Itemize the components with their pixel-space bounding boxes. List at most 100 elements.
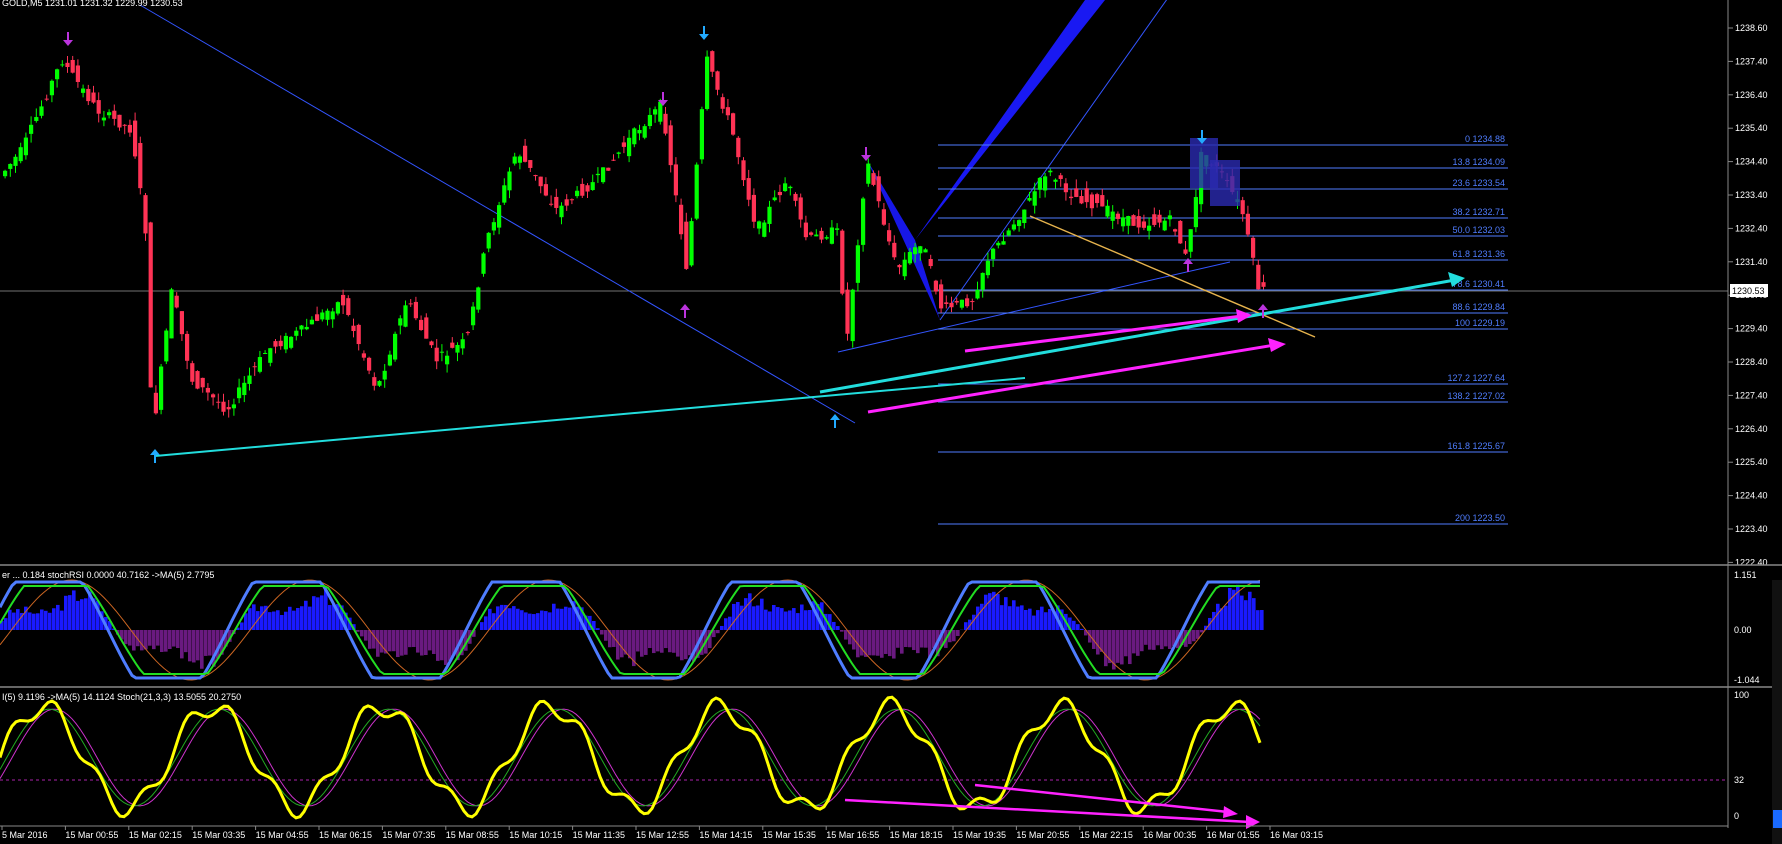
- chart-window[interactable]: 1238.60 1237.40 1236.40 1235.40 1234.40 1233.…: [0, 0, 1782, 844]
- srsi-bar: [44, 610, 48, 630]
- candle-body: [996, 242, 1001, 246]
- srsi-bar: [520, 610, 524, 630]
- candle-body: [268, 348, 273, 363]
- candle-body: [289, 336, 294, 348]
- chart-header: GOLD,M5 1231.01 1231.32 1229.99 1230.53: [2, 0, 183, 8]
- time-axis: 5 Mar 2016 15 Mar 00:55 15 Mar 02:15 15 Mar…: [1, 826, 1323, 840]
- candle-body: [1126, 216, 1131, 226]
- candle-body: [928, 259, 933, 267]
- srsi-bar: [40, 609, 44, 630]
- candle-body: [907, 251, 912, 264]
- candle-body: [543, 184, 548, 196]
- srsi-bar: [444, 630, 448, 665]
- candle-body: [694, 164, 699, 219]
- srsi-bar: [368, 630, 372, 649]
- candle-body: [517, 156, 522, 163]
- time-tick-label: 5 Mar 2016: [2, 830, 48, 840]
- srsi-bar: [416, 630, 420, 653]
- candle-body: [294, 330, 299, 336]
- candle-body: [1058, 175, 1063, 179]
- candle-body: [575, 190, 580, 197]
- srsi-bar: [536, 613, 540, 630]
- srsi-bar: [148, 630, 152, 646]
- srsi-bar: [1004, 597, 1008, 630]
- candle-body: [564, 199, 569, 206]
- srsi-bar: [524, 612, 528, 630]
- candle-body: [642, 126, 647, 138]
- srsi-bar: [716, 630, 720, 634]
- srsi-bar: [408, 630, 412, 648]
- candle-body: [1006, 230, 1011, 236]
- srsi-bar: [396, 630, 400, 658]
- candle-body: [580, 183, 585, 196]
- stoch-rsi-panel[interactable]: er ... 0.184 stochRSI 0.0000 40.7162 ->M…: [0, 570, 1760, 685]
- srsi-bar: [268, 612, 272, 630]
- srsi-bar: [604, 630, 608, 641]
- candle-body: [335, 302, 340, 314]
- candle-body: [715, 71, 720, 90]
- candle-body: [55, 69, 60, 80]
- srsi-bar: [680, 630, 684, 661]
- srsi-bar: [916, 630, 920, 654]
- srsi-bar: [160, 630, 164, 652]
- stoch-tick-mid: 32: [1734, 775, 1744, 785]
- candle-body: [439, 351, 444, 353]
- srsi-bar: [484, 616, 488, 630]
- srsi-bar: [1160, 630, 1164, 650]
- stoch-rsi-histogram: [0, 584, 1264, 670]
- srsi-bar: [952, 630, 956, 642]
- srsi-bar: [896, 630, 900, 648]
- srsi-bar: [1124, 630, 1128, 657]
- srsi-bar: [192, 630, 196, 663]
- stochastic-panel[interactable]: I(5) 9.1196 ->MA(5) 14.1124 Stoch(21,3,3…: [0, 690, 1749, 829]
- candle-body: [653, 109, 658, 115]
- srsi-bar: [412, 630, 416, 647]
- srsi-bar: [420, 630, 424, 656]
- srsi-bar: [200, 630, 204, 669]
- candle-body: [231, 404, 236, 409]
- price-tick-label: 1227.40: [1735, 390, 1768, 400]
- stoch-divergence-arrow-1-head: [1223, 806, 1238, 818]
- srsi-bar: [724, 618, 728, 630]
- candle-body: [330, 311, 335, 320]
- candle-body: [1110, 211, 1115, 221]
- time-tick-label: 16 Mar 01:55: [1207, 830, 1260, 840]
- srsi-bar: [280, 615, 284, 630]
- candle-body: [403, 305, 408, 327]
- srsi-bar: [656, 630, 660, 652]
- srsi-bar: [1104, 630, 1108, 667]
- candle-body: [554, 196, 559, 208]
- candle-body: [616, 152, 621, 154]
- fib-level-label: 127.2 1227.64: [1447, 373, 1505, 383]
- candle-body: [824, 237, 829, 239]
- candle-body: [1131, 215, 1136, 226]
- candle-body: [913, 247, 918, 255]
- srsi-bar: [48, 612, 52, 630]
- candle-body: [590, 182, 595, 190]
- srsi-bar: [4, 618, 8, 630]
- candle-body: [1188, 229, 1193, 252]
- srsi-bar: [56, 604, 60, 630]
- candle-body: [377, 381, 382, 386]
- right-edge-strip[interactable]: [1772, 580, 1782, 844]
- srsi-tick-mid: 0.00: [1734, 625, 1752, 635]
- candle-body: [1069, 196, 1074, 199]
- scroll-thumb[interactable]: [1773, 810, 1782, 828]
- candle-body: [767, 206, 772, 224]
- srsi-bar: [1256, 610, 1260, 630]
- time-tick-label: 15 Mar 04:55: [256, 830, 309, 840]
- candle-body: [3, 170, 8, 177]
- stoch-divergence-arrow-2[interactable]: [844, 798, 1251, 824]
- srsi-bar: [84, 598, 88, 630]
- candle-body: [471, 306, 476, 326]
- candle-body: [1167, 215, 1172, 220]
- candle-body: [211, 394, 216, 398]
- srsi-bar: [512, 606, 516, 630]
- candle-body: [793, 193, 798, 201]
- srsi-bar: [540, 610, 544, 630]
- candle-body: [975, 289, 980, 299]
- srsi-bar: [388, 630, 392, 652]
- srsi-bar: [884, 630, 888, 654]
- srsi-bar: [1120, 630, 1124, 665]
- srsi-bar: [748, 593, 752, 630]
